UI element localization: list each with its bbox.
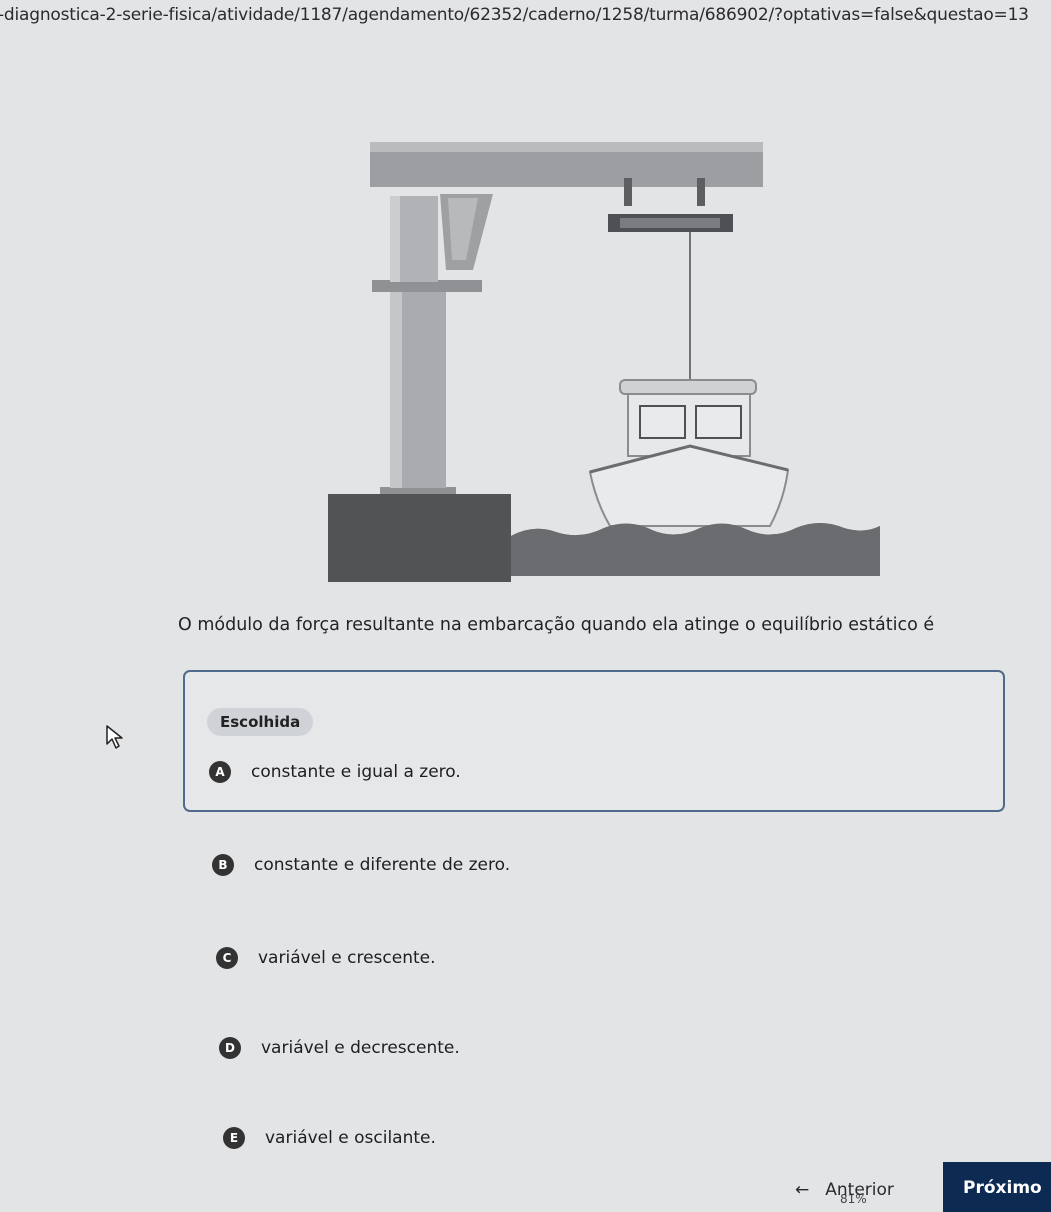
option-a[interactable]: A constante e igual a zero. — [209, 761, 461, 783]
option-text: constante e diferente de zero. — [254, 855, 511, 875]
option-text: variável e oscilante. — [265, 1128, 436, 1148]
option-text: variável e decrescente. — [261, 1038, 460, 1058]
next-button[interactable]: Próximo — [943, 1162, 1051, 1212]
browser-url[interactable]: -diagnostica-2-serie-fisica/atividade/11… — [0, 5, 1051, 25]
selected-badge: Escolhida — [207, 708, 314, 736]
option-letter-badge: B — [212, 854, 234, 876]
question-text: O módulo da força resultante na embarcaç… — [178, 615, 935, 635]
previous-label: Anterior — [825, 1180, 894, 1200]
option-letter-badge: D — [219, 1037, 241, 1059]
cursor-arrow-icon — [106, 725, 123, 749]
selected-option-card[interactable] — [183, 670, 1005, 812]
previous-button[interactable]: ← Anterior — [795, 1180, 894, 1200]
option-letter-badge: A — [209, 761, 231, 783]
option-text: constante e igual a zero. — [251, 762, 461, 782]
option-text: variável e crescente. — [258, 948, 436, 968]
option-c[interactable]: C variável e crescente. — [216, 947, 436, 969]
option-e[interactable]: E variável e oscilante. — [223, 1127, 436, 1149]
crane-boat-illustration — [328, 142, 880, 582]
option-b[interactable]: B constante e diferente de zero. — [212, 854, 510, 876]
arrow-left-icon: ← — [795, 1180, 810, 1200]
option-letter-badge: C — [216, 947, 238, 969]
option-d[interactable]: D variável e decrescente. — [219, 1037, 460, 1059]
option-letter-badge: E — [223, 1127, 245, 1149]
